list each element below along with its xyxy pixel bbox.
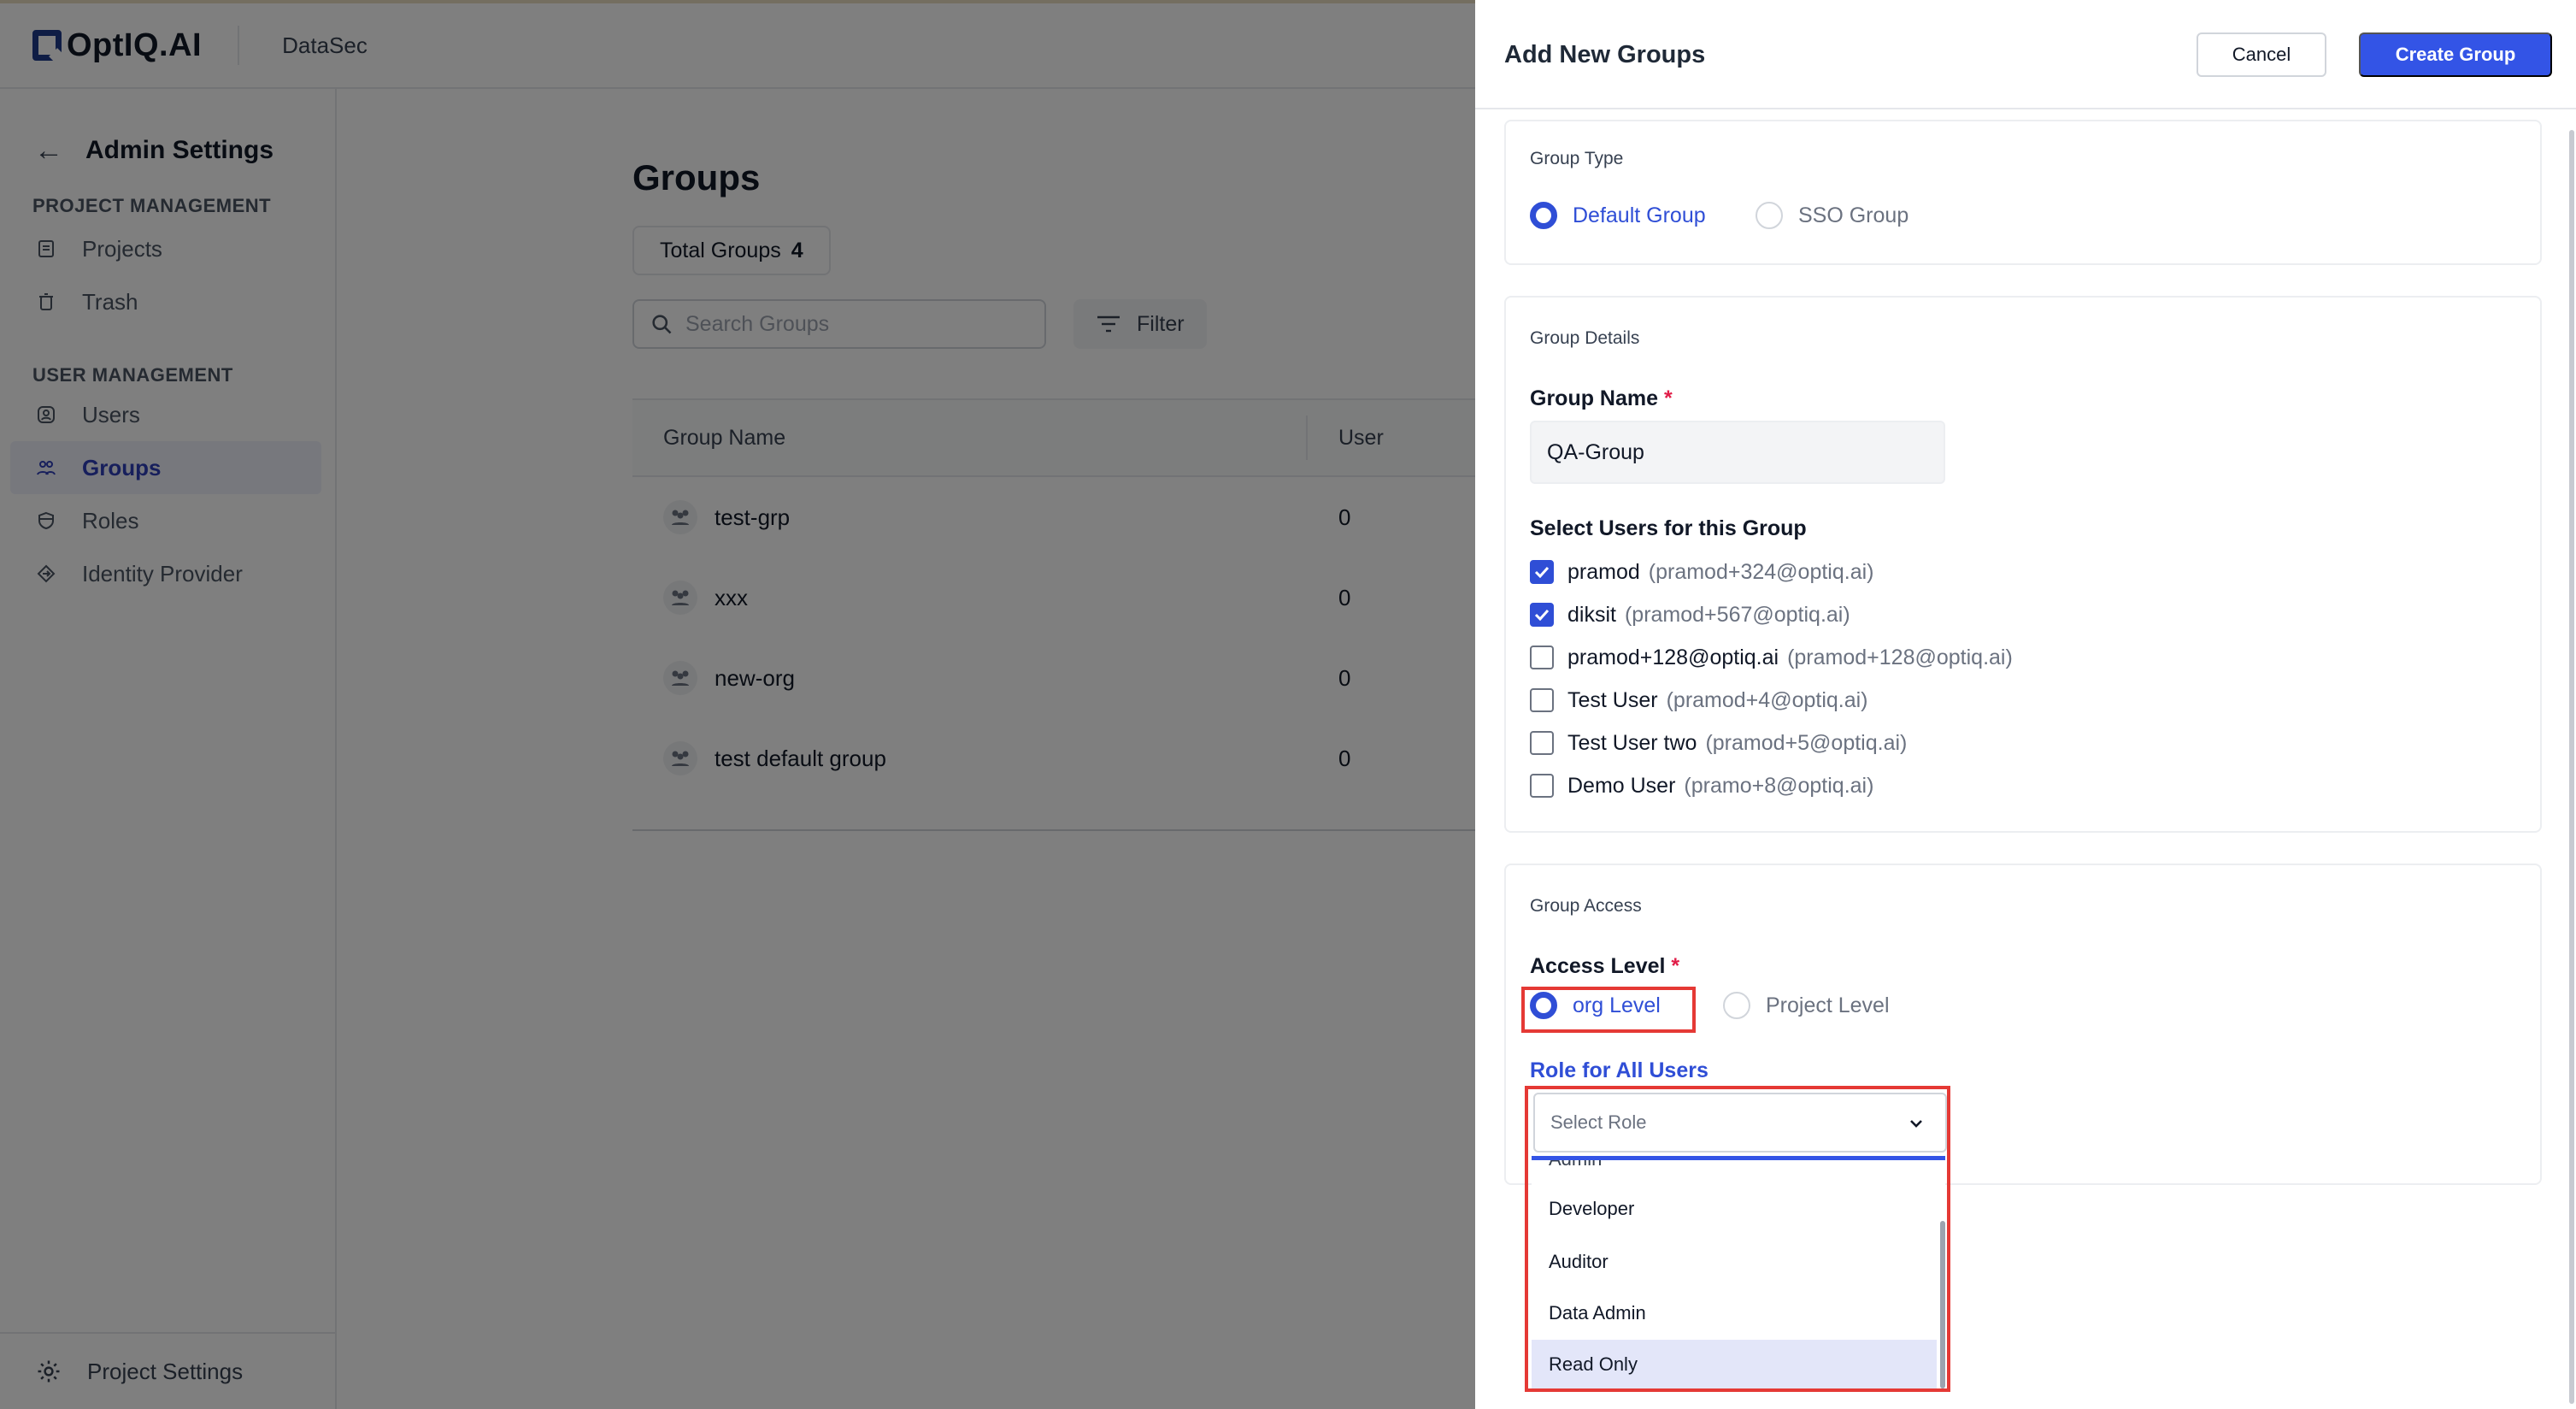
group-type-label: Group Type [1530,149,1624,168]
radio-default-group[interactable]: Default Group [1530,202,1706,229]
role-for-all-users-label: Role for All Users [1530,1058,1709,1082]
highlight-role-select [1525,1086,1950,1392]
user-name: pramod [1567,559,1640,584]
radio-label: Default Group [1573,203,1706,227]
user-name: diksit [1567,602,1616,627]
radio-project-level[interactable]: Project Level [1723,992,1890,1019]
user-name: pramod+128@optiq.ai [1567,645,1779,669]
checkbox-checked-icon[interactable] [1530,560,1554,584]
user-option[interactable]: pramod+128@optiq.ai (pramod+128@optiq.ai… [1530,643,2013,672]
group-access-label: Group Access [1530,896,1642,916]
user-email: (pramod+5@optiq.ai) [1705,730,1908,755]
select-users-label: Select Users for this Group [1530,516,1807,540]
checkbox-unchecked-icon[interactable] [1530,646,1554,669]
user-email: (pramod+4@optiq.ai) [1666,687,1868,712]
user-email: (pramod+567@optiq.ai) [1624,602,1850,627]
drawer-header: Add New Groups Cancel Create Group [1475,0,2576,109]
cancel-button[interactable]: Cancel [2197,32,2326,77]
user-name: Test User two [1567,730,1697,755]
user-option[interactable]: Test User (pramod+4@optiq.ai) [1530,686,1868,715]
checkbox-unchecked-icon[interactable] [1530,731,1554,755]
user-option[interactable]: Demo User (pramo+8@optiq.ai) [1530,771,1873,800]
user-name: Demo User [1567,773,1676,798]
highlight-org-level [1521,987,1696,1033]
user-email: (pramo+8@optiq.ai) [1684,773,1874,798]
group-name-label: Group Name * [1530,386,1673,410]
group-type-card: Group Type Default Group SSO Group [1504,120,2542,265]
checkbox-checked-icon[interactable] [1530,603,1554,627]
group-details-label: Group Details [1530,328,1640,348]
radio-selected-icon [1530,202,1557,229]
drawer-scrollbar[interactable] [2569,130,2574,1404]
radio-sso-group[interactable]: SSO Group [1756,202,1908,229]
radio-label: SSO Group [1798,203,1909,227]
user-name: Test User [1567,687,1658,712]
radio-unselected-icon [1723,992,1750,1019]
group-name-input[interactable] [1530,421,1945,484]
access-level-label: Access Level * [1530,954,1680,978]
create-group-button[interactable]: Create Group [2359,32,2552,77]
radio-label: Project Level [1766,993,1890,1017]
group-details-card: Group Details Group Name * Select Users … [1504,296,2542,833]
user-option[interactable]: diksit (pramod+567@optiq.ai) [1530,600,1850,629]
checkbox-unchecked-icon[interactable] [1530,774,1554,798]
user-option[interactable]: Test User two (pramod+5@optiq.ai) [1530,728,1907,758]
user-email: (pramod+324@optiq.ai) [1648,559,1874,584]
radio-unselected-icon [1756,202,1783,229]
user-email: (pramod+128@optiq.ai) [1787,645,2013,669]
user-option[interactable]: pramod (pramod+324@optiq.ai) [1530,557,1874,587]
drawer-title: Add New Groups [1504,41,1706,68]
checkbox-unchecked-icon[interactable] [1530,688,1554,712]
